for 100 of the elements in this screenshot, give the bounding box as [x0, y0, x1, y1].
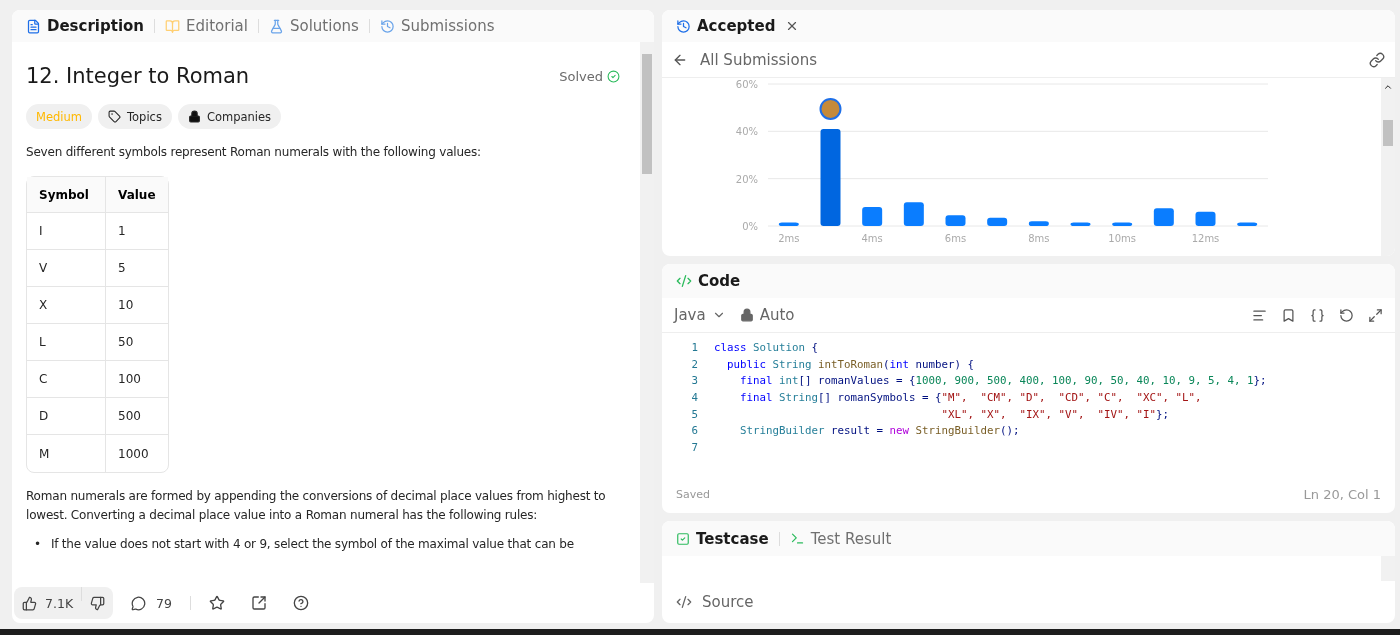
line-number: 1	[690, 340, 699, 354]
avatar-icon	[819, 97, 842, 120]
star-icon	[209, 595, 225, 611]
bar[interactable]	[1237, 222, 1258, 226]
bar[interactable]	[903, 202, 924, 226]
description-text: Roman numerals are formed by appending the conversions of decimal place values from highest to lowest. Converting a decimal place value into a Roman numeral has the following rules:	[26, 488, 607, 525]
help-icon	[293, 595, 309, 611]
braces-icon[interactable]	[1310, 307, 1325, 323]
link-icon[interactable]	[1369, 51, 1385, 68]
line-number: 3	[690, 374, 699, 388]
thumbs-down-icon	[90, 595, 106, 611]
axis-label: 10ms	[1108, 233, 1136, 244]
expand-icon[interactable]	[1368, 307, 1383, 323]
comments-button[interactable]: 79	[123, 595, 180, 611]
description-text: Seven different symbols represent Roman numerals with the following values:	[26, 144, 482, 161]
axis-label: 6ms	[944, 233, 967, 244]
axis-label: 40%	[735, 126, 758, 138]
rule-text: If the value does not start with 4 or 9, select the symbol of the maximal value that can be	[50, 535, 574, 553]
table-cell: V	[27, 250, 106, 288]
terminal-icon	[789, 531, 805, 546]
scrollbar[interactable]	[640, 42, 654, 583]
auto-mode-button[interactable]: Auto	[739, 306, 795, 324]
table-cell: 5	[106, 250, 168, 288]
scroll-up-icon[interactable]	[1383, 82, 1393, 92]
code-line: "XL", "X", "IX", "V", "IV", "I"};	[940, 407, 1170, 421]
axis-label: 2ms	[778, 233, 800, 244]
companies-button[interactable]: Companies	[177, 104, 282, 129]
column-header: Value	[106, 177, 168, 214]
bar[interactable]	[945, 215, 966, 226]
table-cell: L	[27, 324, 106, 362]
format-icon[interactable]	[1252, 307, 1267, 323]
tab[interactable]: Accepted	[670, 17, 782, 35]
tab[interactable]: Editorial	[159, 17, 254, 35]
document-icon	[26, 18, 41, 34]
table-cell: 10	[106, 287, 168, 325]
table-cell: C	[27, 361, 106, 399]
tab[interactable]: Description	[20, 17, 151, 35]
code-icon	[676, 273, 692, 289]
lock-icon	[739, 308, 754, 322]
tag-icon	[108, 110, 121, 123]
bar[interactable]	[987, 217, 1008, 226]
history-icon	[379, 18, 395, 34]
bar[interactable]	[1112, 222, 1133, 226]
column-header: Symbol	[27, 177, 106, 214]
axis-label: 20%	[735, 173, 758, 185]
tab[interactable]: Testcase	[670, 529, 775, 548]
axis-label: 0%	[742, 221, 758, 232]
code-line: StringBuilder result = new StringBuilder();	[739, 424, 1020, 438]
line-number: 7	[690, 440, 699, 454]
language-dropdown[interactable]: Java	[674, 306, 726, 324]
topics-button[interactable]: Topics	[98, 104, 172, 129]
tab[interactable]: Submissions	[373, 17, 501, 35]
cursor-position: Ln 20, Col 1	[1303, 486, 1381, 502]
table-cell-text: 1000	[117, 445, 150, 463]
bookmark-icon[interactable]	[1281, 307, 1296, 323]
table-cell: I	[27, 213, 106, 251]
difficulty-badge: Medium	[26, 104, 92, 129]
table-cell: X	[27, 287, 106, 325]
axis-label: 12ms	[1191, 233, 1220, 244]
bar[interactable]	[1153, 208, 1174, 226]
flask-icon	[268, 18, 284, 34]
code-icon	[676, 594, 692, 610]
bar[interactable]	[1070, 222, 1091, 226]
bar[interactable]	[862, 207, 883, 226]
axis-label: 60%	[735, 79, 758, 90]
code-line: final String[] romanSymbols = {"M", "CM", "D", "CD", "C", "XC", "L",	[739, 390, 1202, 404]
problem-title: 12. Integer to Roman	[26, 64, 250, 88]
bar[interactable]	[1195, 211, 1216, 226]
source-button[interactable]: Source	[702, 593, 754, 611]
save-status: Saved	[676, 487, 710, 501]
tab[interactable]: Solutions	[262, 17, 365, 35]
bar[interactable]	[820, 128, 841, 226]
code-line: public String intToRoman(int number) {	[726, 357, 975, 371]
line-number: 2	[690, 357, 699, 371]
table-cell: D	[27, 398, 106, 436]
table-cell: M	[27, 435, 106, 473]
bar[interactable]	[1028, 221, 1049, 226]
bar[interactable]	[778, 222, 799, 226]
history-icon	[676, 18, 691, 34]
code-line: final int[] romanValues = {1000, 900, 500, 400, 100, 90, 50, 40, 10, 9, 5, 4, 1};	[739, 374, 1267, 388]
line-number: 6	[690, 424, 699, 438]
table-cell: 100	[106, 361, 168, 399]
axis-label: 8ms	[1028, 233, 1050, 244]
bullet-marker: •	[34, 535, 41, 553]
scroll-thumb[interactable]	[642, 54, 652, 174]
reset-icon[interactable]	[1339, 307, 1354, 323]
speech-bubble-icon	[131, 595, 147, 611]
table-cell: 500	[106, 398, 168, 436]
panel-title: Code	[670, 272, 747, 290]
tab[interactable]: Test Result	[783, 529, 898, 548]
lock-icon	[187, 110, 201, 123]
scroll-thumb[interactable]	[1383, 120, 1393, 146]
line-number: 5	[690, 407, 699, 421]
line-number: 4	[690, 390, 699, 404]
thumbs-up-icon	[22, 595, 37, 611]
back-link[interactable]: All Submissions	[700, 50, 1357, 69]
book-icon	[165, 18, 181, 34]
table-cell: 1	[106, 213, 168, 251]
table-cell: 50	[106, 324, 168, 362]
external-link-icon	[251, 595, 267, 611]
